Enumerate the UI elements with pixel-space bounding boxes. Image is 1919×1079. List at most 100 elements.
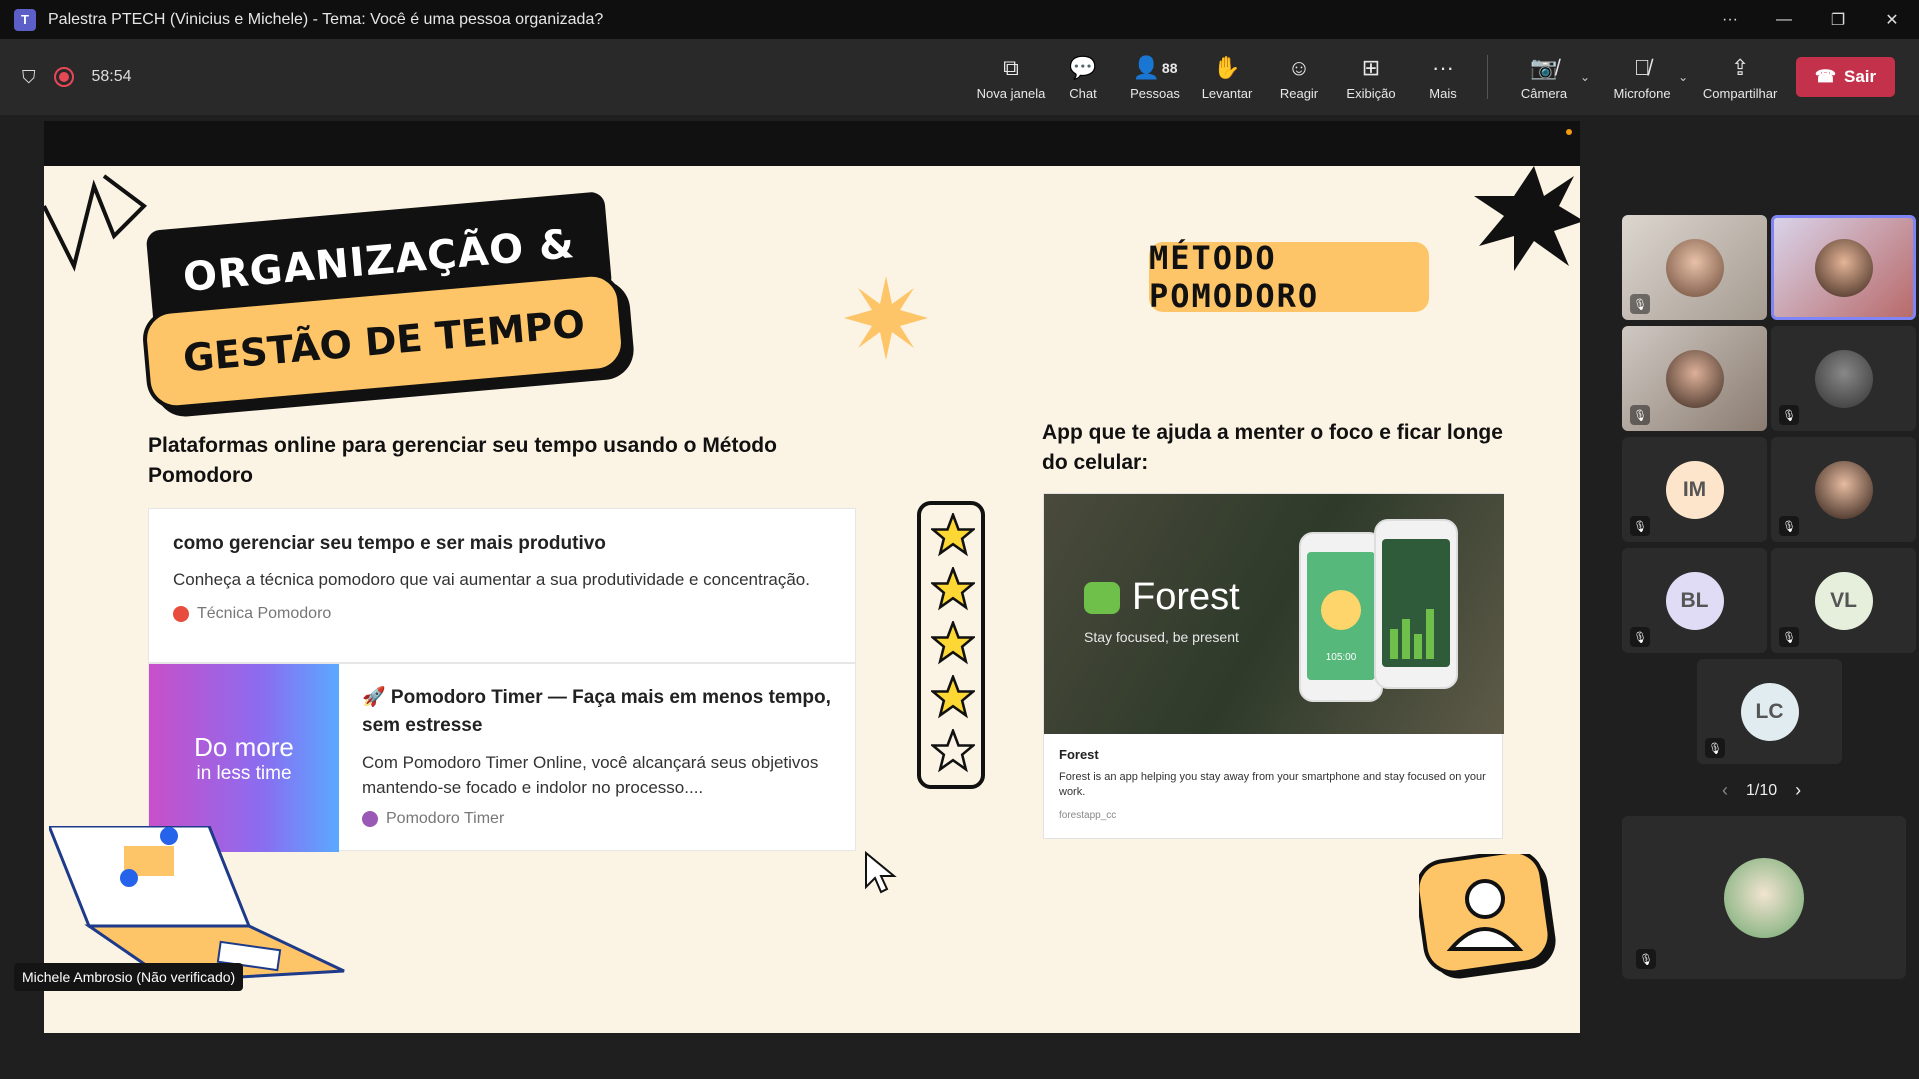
camera-label: Câmera: [1520, 85, 1568, 101]
phone-timer: 105:00: [1325, 652, 1357, 663]
chat-button[interactable]: 💬 Chat: [1047, 39, 1119, 115]
shared-screen: ORGANIZAÇÃO & GESTÃO DE TEMPO MÉTODO POM…: [44, 121, 1580, 1033]
mic-off-icon: 🎙: [1630, 294, 1650, 314]
leave-button[interactable]: ☎ Sair: [1796, 57, 1895, 97]
participant-tile[interactable]: BL 🎙: [1622, 548, 1767, 653]
star-empty-icon: [931, 729, 975, 773]
mic-off-icon: 🎙: [1705, 738, 1725, 758]
star-filled-icon: [931, 567, 975, 611]
window-title-bar: T Palestra PTECH (Vinicius e Michele) - …: [0, 0, 1919, 39]
more-options-icon[interactable]: ···: [1703, 0, 1757, 39]
card-source: Pomodoro Timer: [362, 810, 832, 828]
camera-button[interactable]: 📷̸ Câmera: [1496, 39, 1592, 115]
microphone-label: Microfone: [1613, 85, 1671, 101]
mic-off-icon: 🎙: [1779, 516, 1799, 536]
zigzag-decoration-icon: [44, 174, 148, 272]
participant-tile[interactable]: VL 🎙: [1771, 548, 1916, 653]
participant-tile-speaking[interactable]: [1771, 215, 1916, 320]
method-badge: MÉTODO POMODORO: [1149, 239, 1429, 315]
more-button[interactable]: ··· Mais: [1407, 39, 1479, 115]
thumbnail-text-1: Do more: [194, 731, 294, 762]
people-count: 88: [1161, 59, 1178, 76]
link-card-technique[interactable]: como gerenciar seu tempo e ser mais prod…: [148, 508, 856, 663]
main-stage: ORGANIZAÇÃO & GESTÃO DE TEMPO MÉTODO POM…: [0, 115, 1593, 1079]
mic-off-icon: 🎙̸: [1633, 54, 1651, 80]
shield-icon[interactable]: ⛉: [22, 67, 36, 88]
card-title: como gerenciar seu tempo e ser mais prod…: [173, 533, 606, 554]
mic-off-icon: 🎙: [1779, 405, 1799, 425]
teams-logo-icon: T: [14, 8, 36, 31]
sun-decoration-icon: [844, 276, 928, 360]
share-label: Compartilhar: [1702, 85, 1778, 101]
forest-title: Forest: [1059, 747, 1099, 762]
new-window-label: Nova janela: [976, 85, 1046, 101]
forest-source: forestapp_cc: [1059, 810, 1117, 821]
chevron-right-icon[interactable]: ›: [1795, 780, 1801, 801]
card-description: Com Pomodoro Timer Online, você alcançar…: [362, 753, 819, 797]
self-avatar: [1724, 857, 1804, 938]
raise-hand-button[interactable]: ✋ Levantar: [1191, 39, 1263, 115]
mic-off-icon: 🎙: [1630, 627, 1650, 647]
star-filled-icon: [931, 513, 975, 557]
card-description: Conheça a técnica pomodoro que vai aumen…: [173, 570, 810, 589]
share-icon: ⇪: [1730, 54, 1750, 80]
view-label: Exibição: [1346, 85, 1396, 101]
ellipsis-icon: ···: [1432, 54, 1454, 80]
self-view-tile[interactable]: 🎙: [1622, 816, 1906, 979]
minimize-button[interactable]: ―: [1757, 0, 1811, 39]
right-heading: App que te ajuda a menter o foco e ficar…: [1042, 421, 1503, 474]
forest-app-card[interactable]: Forest Stay focused, be present 105:00 F…: [1043, 493, 1504, 839]
people-button[interactable]: 👤 88 Pessoas: [1119, 39, 1191, 115]
phone-mockup: [1374, 519, 1458, 689]
more-label: Mais: [1429, 85, 1457, 101]
participant-tile[interactable]: IM 🎙: [1622, 437, 1767, 542]
people-icon: 👤: [1132, 54, 1160, 80]
chat-label: Chat: [1069, 85, 1097, 101]
participant-tile[interactable]: 🎙: [1771, 437, 1916, 542]
view-button[interactable]: ⊞ Exibição: [1335, 39, 1407, 115]
react-button[interactable]: ☺ Reagir: [1263, 39, 1335, 115]
mic-off-icon: 🎙: [1636, 949, 1656, 969]
leave-label: Sair: [1844, 67, 1877, 86]
mouse-cursor-icon: [865, 851, 897, 894]
participant-initials: LC: [1740, 682, 1799, 741]
forest-logo-icon: [1084, 582, 1120, 614]
microphone-button[interactable]: 🎙̸ Microfone: [1594, 39, 1690, 115]
participant-tile[interactable]: 🎙: [1771, 326, 1916, 431]
card-source: Técnica Pomodoro: [173, 605, 831, 623]
restore-button[interactable]: ❐: [1811, 0, 1865, 39]
camera-options-chevron-icon[interactable]: ⌄: [1580, 70, 1590, 84]
participant-video: [1814, 238, 1873, 297]
mic-options-chevron-icon[interactable]: ⌄: [1678, 70, 1688, 84]
star-filled-icon: [931, 675, 975, 719]
window-title: Palestra PTECH (Vinicius e Michele) - Te…: [48, 10, 604, 28]
card-source-label: Pomodoro Timer: [386, 810, 505, 827]
link-card-timer[interactable]: Do more in less time 🚀 Pomodoro Timer — …: [148, 663, 856, 852]
chevron-left-icon[interactable]: ‹: [1722, 780, 1728, 801]
card-title: 🚀 Pomodoro Timer — Faça mais em menos te…: [362, 687, 831, 736]
participant-tile[interactable]: LC 🎙: [1697, 659, 1842, 764]
new-window-button[interactable]: ⧉ Nova janela: [975, 39, 1047, 115]
presenter-name-label: Michele Ambrosio (Não verificado): [14, 963, 244, 991]
participant-video: [1665, 349, 1724, 408]
participant-tile[interactable]: 🎙: [1622, 215, 1767, 320]
raise-label: Levantar: [1201, 85, 1253, 101]
page-indicator: 1/10: [1746, 781, 1778, 799]
activity-dot: [1566, 129, 1572, 135]
thumbnail-text-2: in less time: [196, 762, 292, 784]
profile-badge-icon: [1419, 854, 1556, 979]
chat-icon: 💬: [1069, 54, 1097, 80]
forest-brand: Forest: [1132, 576, 1240, 618]
tomato-icon: [173, 606, 189, 622]
close-button[interactable]: ✕: [1865, 0, 1919, 39]
forest-tagline: Stay focused, be present: [1084, 629, 1239, 645]
share-button[interactable]: ⇪ Compartilhar: [1692, 39, 1788, 115]
participant-avatar: [1814, 460, 1873, 519]
smile-icon: ☺: [1287, 54, 1311, 80]
gallery-pager: ‹ 1/10 ›: [1722, 780, 1801, 801]
forest-banner: Forest Stay focused, be present 105:00: [1044, 494, 1504, 734]
camera-off-icon: 📷̸: [1530, 54, 1558, 80]
phone-hangup-icon: ☎: [1814, 67, 1837, 86]
participant-tile[interactable]: 🎙: [1622, 326, 1767, 431]
mic-off-icon: 🎙: [1630, 516, 1650, 536]
